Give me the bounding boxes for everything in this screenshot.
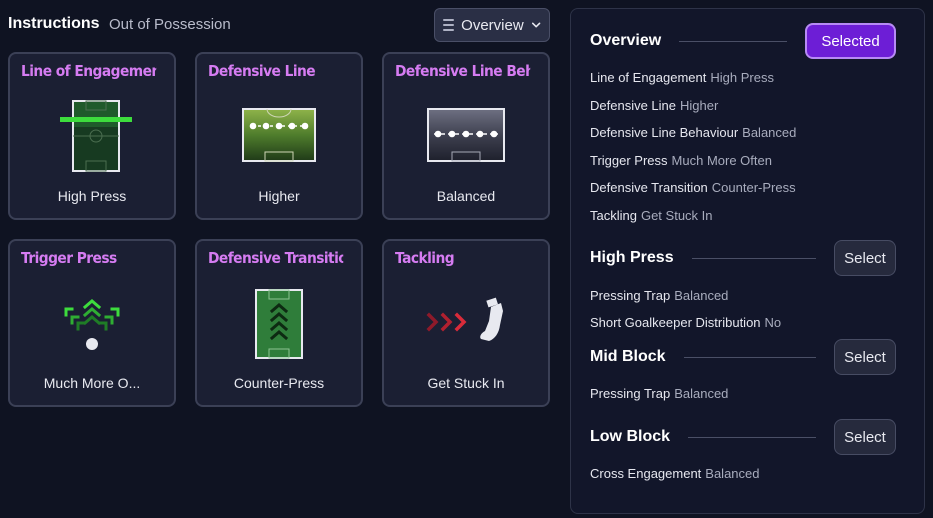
item-key: Trigger Press: [590, 153, 668, 168]
list-item: Defensive Transition Counter-Press: [590, 180, 796, 195]
low-block-section-header: Low Block Select: [590, 419, 896, 455]
card-value: Much More O...: [43, 375, 141, 391]
mid-block-title: Mid Block: [590, 348, 666, 365]
overview-section-header: Overview Selected: [590, 23, 896, 59]
item-value: Higher: [680, 98, 719, 113]
divider: [691, 257, 816, 259]
view-dropdown[interactable]: Overview: [434, 8, 550, 42]
item-key: Line of Engagement: [590, 70, 707, 85]
list-item: Pressing Trap Balanced: [590, 288, 728, 303]
divider: [683, 356, 816, 358]
boot-tackle-icon: [384, 281, 548, 361]
card-title: Trigger Press: [21, 249, 117, 267]
item-key: Defensive Line: [590, 98, 676, 113]
low-block-title: Low Block: [590, 428, 671, 445]
card-defensive-line[interactable]: Defensive Line Higher: [195, 52, 363, 220]
item-value: Get Stuck In: [640, 208, 713, 223]
card-line-of-engagement[interactable]: Line of Engagement High Press: [8, 52, 176, 220]
list-item: Cross Engagement Balanced: [590, 466, 760, 481]
item-value: Balanced: [705, 466, 760, 481]
list-item: Defensive Line Behaviour Balanced: [590, 125, 796, 140]
card-title: Defensive Line: [208, 62, 316, 80]
list-item: Defensive Line Higher: [590, 98, 718, 113]
item-key: Pressing Trap: [590, 386, 671, 401]
card-title: Line of Engagement: [21, 62, 157, 80]
overview-selected-button[interactable]: Selected: [805, 23, 896, 59]
card-value: Balanced: [436, 188, 496, 204]
trigger-press-icon: [10, 281, 174, 361]
item-value: Much More Often: [671, 153, 772, 168]
defensive-line-icon: [197, 94, 361, 174]
mid-block-select-button[interactable]: Select: [834, 339, 896, 375]
line-behaviour-icon: [384, 94, 548, 174]
card-value: Get Stuck In: [427, 375, 505, 391]
card-trigger-press[interactable]: Trigger Press Much More O...: [8, 239, 176, 407]
high-press-select-button[interactable]: Select: [834, 240, 896, 276]
chevron-down-icon: [531, 22, 541, 28]
divider: [679, 40, 787, 42]
card-title: Tackling: [395, 249, 455, 267]
item-key: Defensive Line Behaviour: [590, 125, 739, 140]
item-value: No: [764, 315, 782, 330]
item-key: Defensive Transition: [590, 180, 708, 195]
high-press-title: High Press: [590, 249, 674, 266]
pitch-line-icon: [10, 94, 174, 174]
item-key: Short Goalkeeper Distribution: [590, 315, 761, 330]
high-press-section-header: High Press Select: [590, 240, 896, 276]
page-title: Instructions: [8, 15, 100, 32]
mid-block-section-header: Mid Block Select: [590, 339, 896, 375]
item-value: Counter-Press: [711, 180, 796, 195]
list-item: Trigger Press Much More Often: [590, 153, 772, 168]
list-item: Pressing Trap Balanced: [590, 386, 728, 401]
divider: [688, 436, 816, 438]
card-defensive-transition[interactable]: Defensive Transition Counter-Press: [195, 239, 363, 407]
view-dropdown-label: Overview: [461, 16, 524, 34]
item-key: Cross Engagement: [590, 466, 702, 481]
item-value: High Press: [710, 70, 774, 85]
item-key: Tackling: [590, 208, 637, 223]
item-key: Pressing Trap: [590, 288, 671, 303]
low-block-select-button[interactable]: Select: [834, 419, 896, 455]
card-defensive-line-behaviour[interactable]: Defensive Line Behaviour Balanced: [382, 52, 550, 220]
overview-panel: Overview Selected Line of Engagement High…: [570, 8, 925, 514]
list-item: Line of Engagement High Press: [590, 70, 774, 85]
card-tackling[interactable]: Tackling Get Stuck In: [382, 239, 550, 407]
item-value: Balanced: [674, 386, 729, 401]
item-value: Balanced: [674, 288, 729, 303]
card-title: Defensive Line Behaviour: [395, 62, 530, 80]
list-icon: [443, 19, 455, 31]
page-subtitle: Out of Possession: [109, 16, 231, 33]
card-value: Counter-Press: [233, 375, 325, 391]
overview-title: Overview: [590, 32, 662, 49]
list-item: Short Goalkeeper Distribution No: [590, 315, 781, 330]
card-title: Defensive Transition: [208, 249, 344, 267]
card-value: High Press: [57, 188, 127, 204]
card-value: Higher: [258, 188, 300, 204]
counter-press-icon: [197, 281, 361, 361]
instructions-header: Instructions Out of Possession Overview: [8, 8, 550, 42]
list-item: Tackling Get Stuck In: [590, 208, 713, 223]
item-value: Balanced: [742, 125, 797, 140]
